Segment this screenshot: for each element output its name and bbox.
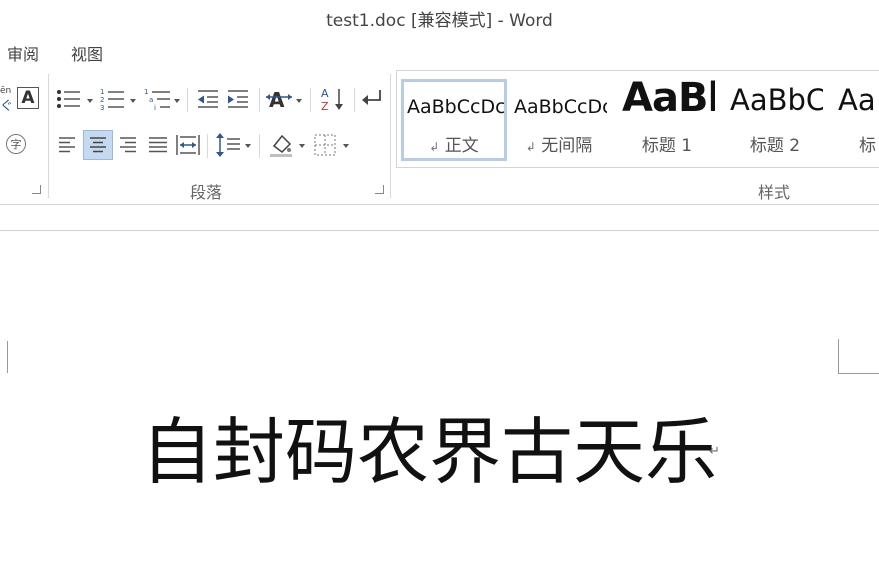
- style-preview: Aa: [838, 83, 876, 117]
- separator: [187, 88, 188, 112]
- svg-text:3: 3: [100, 104, 104, 111]
- multilevel-list-dropdown-icon[interactable]: [174, 99, 180, 103]
- svg-text:Z: Z: [321, 100, 329, 112]
- line-spacing-dropdown-icon[interactable]: [245, 144, 251, 148]
- separator: [259, 134, 260, 158]
- align-left-icon[interactable]: [58, 136, 76, 154]
- bullets-dropdown-icon[interactable]: [87, 99, 93, 103]
- separator: [207, 134, 208, 158]
- style-label: 标: [859, 136, 876, 156]
- font-dialog-launcher-icon[interactable]: [32, 185, 41, 194]
- style-preview: AaBbC: [730, 83, 823, 117]
- style-no-spacing[interactable]: AaBbCcDc ↲ 无间隔: [511, 79, 607, 161]
- styles-gallery: AaBbCcDc ↲ 正文 AaBbCcDc ↲ 无间隔 AaBl 标题 1 A…: [396, 70, 879, 168]
- svg-text:A: A: [269, 88, 285, 111]
- document-text[interactable]: 自封码农界古天乐: [141, 393, 717, 498]
- tab-review[interactable]: 审阅: [7, 41, 39, 65]
- phonetic-guide-icon[interactable]: ēn ぐ: [0, 86, 13, 114]
- group-separator: [48, 74, 49, 198]
- svg-text:1: 1: [100, 88, 104, 96]
- window-title: test1.doc [兼容模式] - Word: [326, 11, 553, 31]
- crop-mark-right: [838, 339, 879, 374]
- ribbon-tabs: 审阅 视图: [0, 34, 879, 68]
- borders-icon[interactable]: [314, 134, 336, 156]
- asian-layout-dropdown-icon[interactable]: [296, 99, 302, 103]
- paragraph-mark: ↵: [709, 444, 720, 459]
- style-preview: AaBbCcDc: [514, 96, 607, 118]
- paragraph-dialog-launcher-icon[interactable]: [375, 185, 384, 194]
- ruler: [0, 205, 879, 231]
- crop-mark-left: [0, 341, 8, 373]
- numbering-icon[interactable]: 1 2 3: [100, 87, 126, 111]
- svg-text:i: i: [154, 104, 156, 111]
- multilevel-list-icon[interactable]: 1 a i: [144, 87, 172, 111]
- character-border-icon[interactable]: A: [17, 87, 39, 109]
- show-formatting-marks-icon[interactable]: [360, 88, 384, 110]
- asian-layout-icon[interactable]: A: [266, 87, 294, 111]
- numbering-dropdown-icon[interactable]: [130, 99, 136, 103]
- style-heading-1[interactable]: AaBl 标题 1: [619, 79, 715, 161]
- sort-icon[interactable]: A Z: [320, 86, 346, 112]
- styles-group-label: 样式: [758, 183, 791, 202]
- style-label: ↲ 正文: [429, 136, 479, 156]
- shading-dropdown-icon[interactable]: [299, 144, 305, 148]
- document-page[interactable]: 自封码农界古天乐 ↵: [0, 231, 879, 587]
- style-preview: AaBl: [622, 79, 715, 121]
- paragraph-group-label: 段落: [190, 183, 223, 202]
- enclose-characters-icon[interactable]: 字: [6, 134, 26, 154]
- style-label: ↲ 无间隔: [525, 136, 593, 156]
- line-spacing-icon[interactable]: [215, 132, 241, 158]
- distributed-icon[interactable]: [176, 134, 200, 156]
- ribbon: ēn ぐ A 字 1 2 3 1 a i A A Z 段落 AaBbCcDc ↲…: [0, 68, 879, 205]
- decrease-indent-icon[interactable]: [196, 89, 220, 109]
- align-right-icon[interactable]: [119, 136, 137, 154]
- style-preview: AaBbCcDc: [407, 96, 506, 118]
- separator: [354, 88, 355, 112]
- group-separator: [390, 74, 391, 198]
- borders-dropdown-icon[interactable]: [343, 144, 349, 148]
- increase-indent-icon[interactable]: [226, 89, 250, 109]
- style-heading-2[interactable]: AaBbC 标题 2: [727, 79, 823, 161]
- justify-icon[interactable]: [148, 136, 168, 154]
- align-center-icon: [90, 137, 106, 153]
- style-normal[interactable]: AaBbCcDc ↲ 正文: [401, 79, 507, 161]
- bullets-icon[interactable]: [56, 88, 82, 110]
- svg-text:a: a: [149, 96, 153, 104]
- svg-text:A: A: [321, 87, 329, 100]
- style-title[interactable]: Aa 标: [835, 79, 879, 161]
- separator: [310, 88, 311, 112]
- shading-icon[interactable]: [268, 132, 294, 158]
- style-label: 标题 1: [641, 136, 693, 156]
- align-center-button[interactable]: [83, 130, 113, 160]
- tab-view[interactable]: 视图: [71, 41, 103, 65]
- svg-text:1: 1: [144, 88, 148, 96]
- separator: [259, 88, 260, 112]
- title-bar: test1.doc [兼容模式] - Word: [0, 0, 879, 34]
- style-label: 标题 2: [749, 136, 801, 156]
- svg-text:2: 2: [100, 96, 104, 104]
